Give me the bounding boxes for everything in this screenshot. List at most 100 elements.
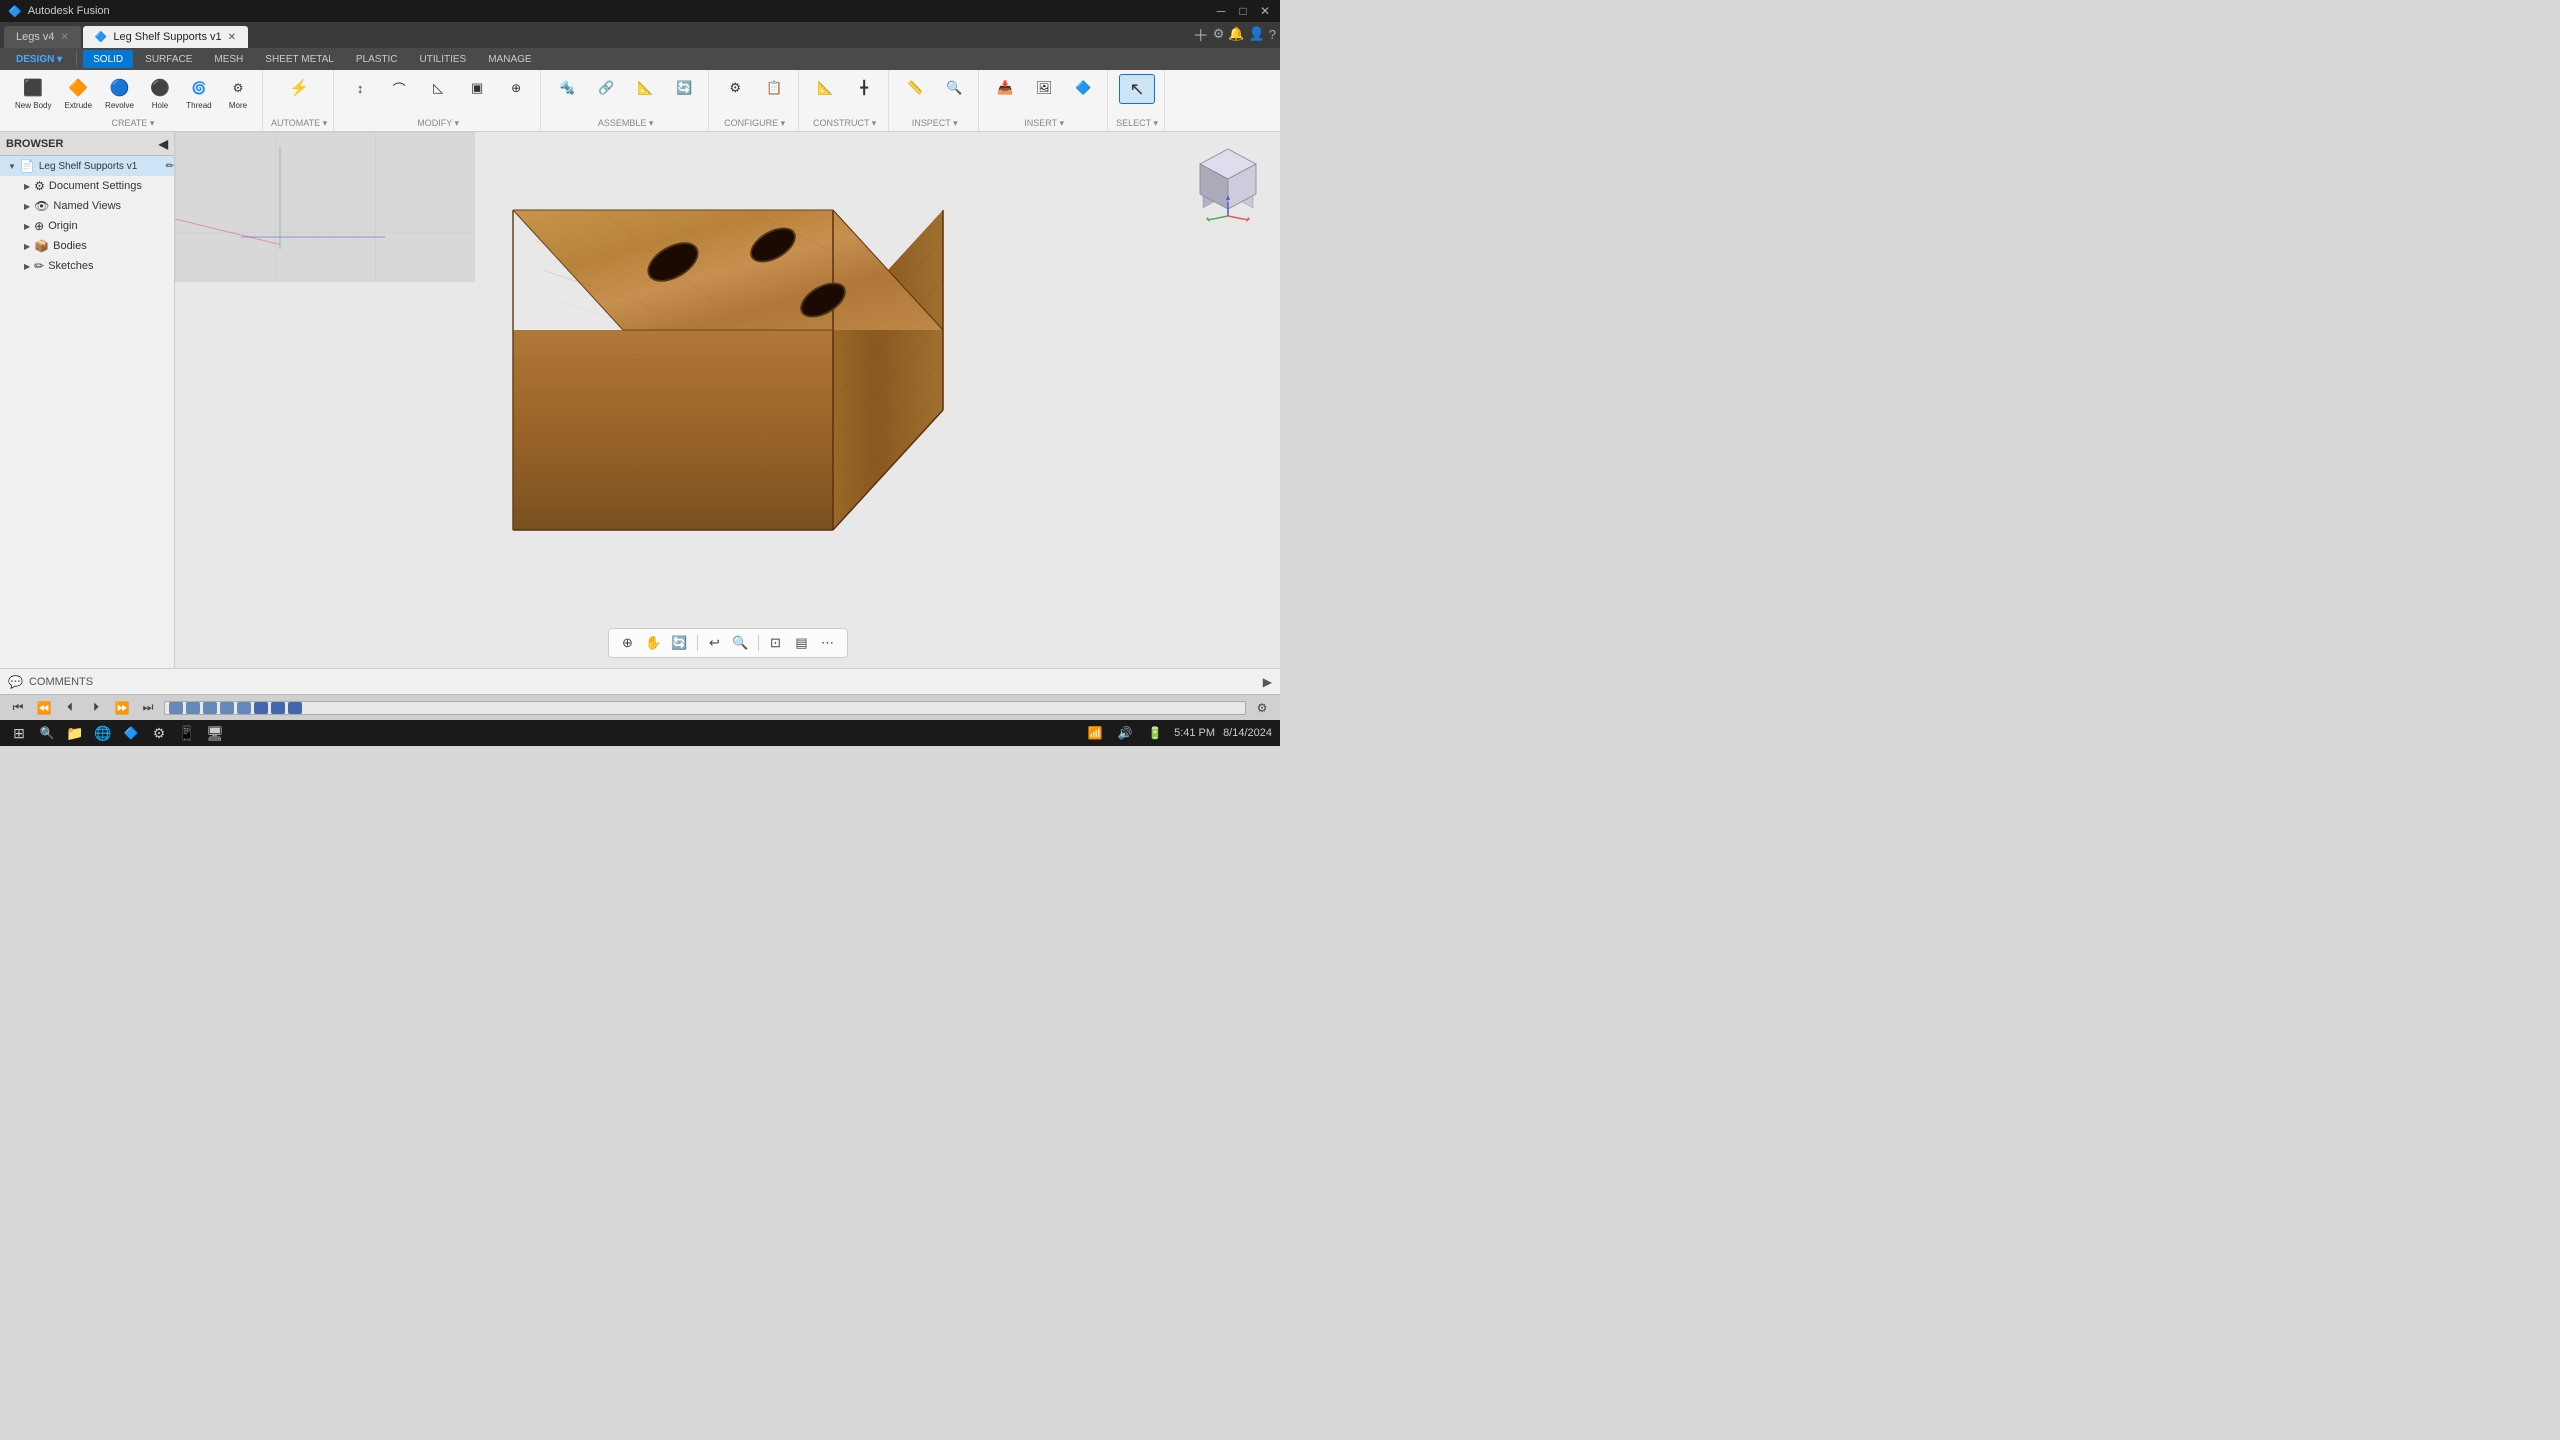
timeline-end-btn[interactable]: ⏭: [138, 698, 158, 718]
mode-tab-plastic[interactable]: PLASTIC: [346, 50, 408, 68]
zoom-btn[interactable]: 🔍: [730, 632, 752, 654]
taskbar-volume-icon[interactable]: 🔊: [1114, 722, 1136, 744]
notification-icon[interactable]: 🔔: [1228, 26, 1244, 42]
timeline-step-6[interactable]: [254, 702, 268, 714]
construct-plane-btn[interactable]: 📐: [807, 74, 843, 102]
browser-item-origin[interactable]: ▶ ⊕ Origin: [0, 216, 174, 236]
timeline-step-2[interactable]: [186, 702, 200, 714]
tab-legs-v4[interactable]: Legs v4 ✕: [4, 26, 81, 48]
search-taskbar-btn[interactable]: 🔍: [36, 722, 58, 744]
create-revolve-btn[interactable]: 🔵 Revolve: [100, 74, 139, 113]
insert-decal-btn[interactable]: 🔷: [1065, 74, 1101, 102]
modify-press-pull[interactable]: ↕: [342, 74, 378, 102]
nav-cube[interactable]: [1188, 144, 1268, 224]
taskbar-browser[interactable]: 🌐: [92, 722, 114, 744]
taskbar-fusion[interactable]: 🔷: [120, 722, 142, 744]
modify-combine[interactable]: ⊕: [498, 74, 534, 102]
tab-leg-shelf[interactable]: 🔷 Leg Shelf Supports v1 ✕: [83, 26, 248, 48]
assemble-rigid[interactable]: 📐: [627, 74, 663, 102]
timeline-step-4[interactable]: [220, 702, 234, 714]
browser-item-bodies[interactable]: ▶ 📦 Bodies: [0, 236, 174, 256]
timeline-play-btn[interactable]: ⏵: [86, 698, 106, 718]
inspect-group-title: INSPECT ▾: [912, 118, 958, 129]
window-controls[interactable]: ─ □ ✕: [1214, 4, 1272, 18]
select-btn[interactable]: ↖: [1119, 74, 1155, 104]
design-mode-button[interactable]: DESIGN ▾: [8, 54, 70, 65]
configure-btn1[interactable]: ⚙: [717, 74, 753, 102]
mode-tab-manage[interactable]: MANAGE: [478, 50, 541, 68]
grid-btn[interactable]: ▤: [791, 632, 813, 654]
orbit-btn[interactable]: 🔄: [669, 632, 691, 654]
mode-tab-mesh[interactable]: MESH: [204, 50, 253, 68]
inspect-measure-btn[interactable]: 📏: [897, 74, 933, 102]
timeline-step-1[interactable]: [169, 702, 183, 714]
comments-expand[interactable]: ▶: [1263, 675, 1272, 689]
account-icon[interactable]: 👤: [1249, 26, 1265, 42]
settings-icon-small: ⚙: [34, 179, 45, 193]
mode-tab-surface[interactable]: SURFACE: [135, 50, 202, 68]
timeline-next-btn[interactable]: ⏩: [112, 698, 132, 718]
app-icon: 🔷: [8, 5, 22, 18]
inspect-section-btn[interactable]: 🔍: [936, 74, 972, 102]
insert-image-btn[interactable]: 🖼: [1026, 74, 1062, 102]
create-more-btn[interactable]: ⚙ More: [220, 74, 256, 113]
taskbar-date[interactable]: 8/14/2024: [1223, 727, 1272, 739]
tab-close-legs[interactable]: ✕: [61, 32, 69, 43]
create-new-body-btn[interactable]: ⬛ New Body: [10, 74, 56, 113]
taskbar-file-explorer[interactable]: 📁: [64, 722, 86, 744]
settings-icon[interactable]: ⚙: [1213, 26, 1225, 42]
display-mode-btn[interactable]: ⊡: [765, 632, 787, 654]
configure-btn2[interactable]: 📋: [756, 74, 792, 102]
browser-expand-icon[interactable]: ◀: [159, 137, 168, 151]
tab-close-shelf[interactable]: ✕: [228, 32, 236, 43]
taskbar-wifi-icon[interactable]: 📶: [1084, 722, 1106, 744]
automate-btn[interactable]: ⚡: [281, 74, 317, 102]
timeline-start-btn[interactable]: ⏮: [8, 698, 28, 718]
edit-icon[interactable]: ✏: [166, 161, 174, 172]
browser-item-doc-settings[interactable]: ▶ ⚙ Document Settings: [0, 176, 174, 196]
modify-shell[interactable]: ▣: [459, 74, 495, 102]
create-hole-btn[interactable]: ⚫ Hole: [142, 74, 178, 113]
minimize-button[interactable]: ─: [1214, 4, 1228, 18]
create-thread-btn[interactable]: 🌀 Thread: [181, 74, 217, 113]
assemble-motion[interactable]: 🔄: [666, 74, 702, 102]
timeline-step-7[interactable]: [271, 702, 285, 714]
pan-btn[interactable]: ✋: [643, 632, 665, 654]
help-icon[interactable]: ?: [1269, 27, 1276, 42]
app-name: Autodesk Fusion: [28, 5, 110, 17]
new-tab-button[interactable]: ＋: [1193, 22, 1209, 46]
taskbar-app2[interactable]: 📱: [176, 722, 198, 744]
viewport[interactable]: ⊕ ✋ 🔄 ↩ 🔍 ⊡ ▤ ⋯: [175, 132, 1280, 668]
browser-item-named-views[interactable]: ▶ 👁 Named Views: [0, 196, 174, 216]
undo-view-btn[interactable]: ↩: [704, 632, 726, 654]
construct-axis-btn[interactable]: ╋: [846, 74, 882, 102]
browser-item-sketches[interactable]: ▶ ✏ Sketches: [0, 256, 174, 276]
assemble-joint[interactable]: 🔗: [588, 74, 624, 102]
create-extrude-btn[interactable]: 🔶 Extrude: [59, 74, 97, 113]
mode-tab-solid[interactable]: SOLID: [83, 50, 133, 68]
taskbar-left: ⊞ 🔍 📁 🌐 🔷 ⚙ 📱 🖥: [8, 722, 226, 744]
taskbar-app3[interactable]: 🖥: [204, 722, 226, 744]
timeline-step-8[interactable]: [288, 702, 302, 714]
browser-item-root[interactable]: ▼ 📄 Leg Shelf Supports v1 ✏: [0, 156, 174, 176]
taskbar-time[interactable]: 5:41 PM: [1174, 727, 1215, 739]
close-button[interactable]: ✕: [1258, 4, 1272, 18]
more-btn[interactable]: ⋯: [817, 632, 839, 654]
timeline-prev-btn[interactable]: ⏪: [34, 698, 54, 718]
maximize-button[interactable]: □: [1236, 4, 1250, 18]
modify-chamfer[interactable]: ◺: [420, 74, 456, 102]
mode-tab-utilities[interactable]: UTILITIES: [410, 50, 477, 68]
snap-btn[interactable]: ⊕: [617, 632, 639, 654]
assemble-new-component[interactable]: 🔩: [549, 74, 585, 102]
insert-mesh-btn[interactable]: 📥: [987, 74, 1023, 102]
start-button[interactable]: ⊞: [8, 722, 30, 744]
modify-fillet[interactable]: ⌒: [381, 74, 417, 102]
taskbar-app1[interactable]: ⚙: [148, 722, 170, 744]
timeline-step-5[interactable]: [237, 702, 251, 714]
timeline-step-3[interactable]: [203, 702, 217, 714]
timeline-track[interactable]: [164, 701, 1246, 715]
timeline-settings-btn[interactable]: ⚙: [1252, 698, 1272, 718]
timeline-back-btn[interactable]: ⏴: [60, 698, 80, 718]
mode-tab-sheet-metal[interactable]: SHEET METAL: [255, 50, 344, 68]
taskbar-battery-icon[interactable]: 🔋: [1144, 722, 1166, 744]
